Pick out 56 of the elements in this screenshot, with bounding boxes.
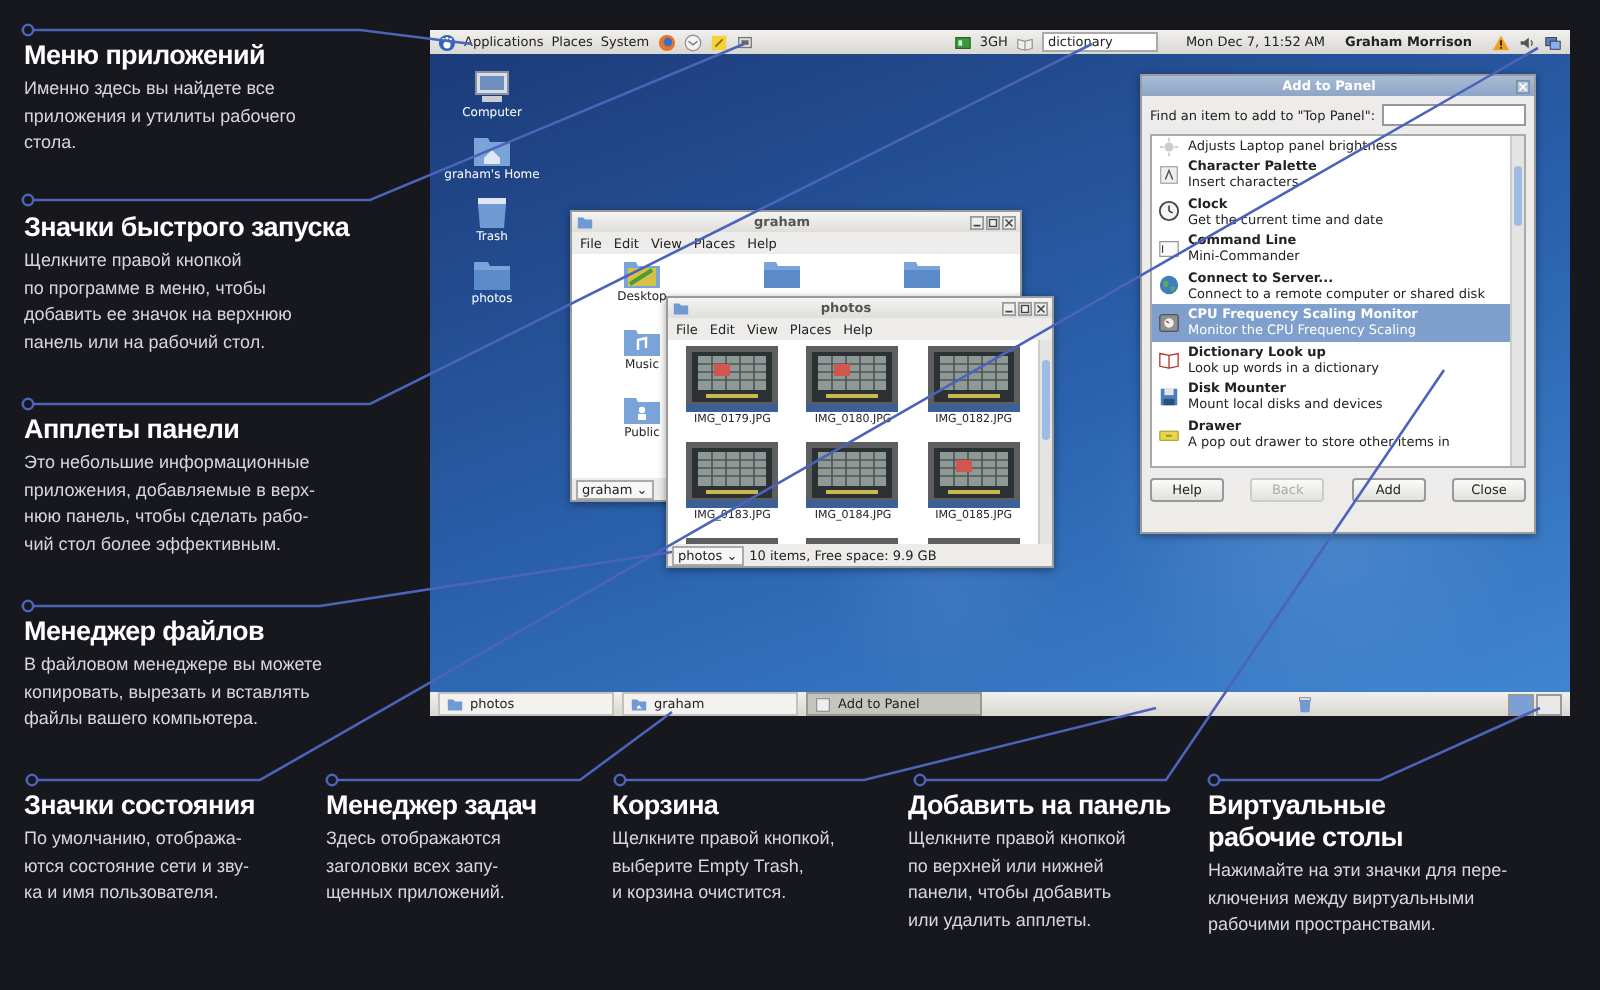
clock-icon bbox=[1158, 200, 1180, 223]
callout-text: Именно здесь вы найдете все приложения и утилиты рабочего стола. bbox=[24, 76, 298, 156]
close-button[interactable] bbox=[1034, 301, 1048, 315]
folder-icon bbox=[672, 299, 690, 317]
callout-title: Менеджер задач bbox=[326, 790, 539, 822]
scrollbar[interactable] bbox=[1510, 136, 1524, 466]
window-icon bbox=[814, 695, 832, 713]
callout-text: Щелкните правой кнопкой по программе в меню, чтобы добавить ее значок на верхнюю панель или на рабочий стол. bbox=[24, 248, 294, 356]
workspace-button[interactable] bbox=[1508, 693, 1534, 715]
gauge-icon bbox=[1158, 311, 1180, 334]
callout-text: Здесь отображаются заголовки всех запу- щенных приложений. bbox=[326, 826, 507, 906]
terminal-icon bbox=[1158, 237, 1180, 260]
callout-title: Виртуальные рабочие столы bbox=[1208, 790, 1405, 854]
minimize-button[interactable] bbox=[970, 215, 984, 229]
callout-title: Апплеты панели bbox=[24, 414, 242, 446]
folder-icon[interactable] bbox=[472, 256, 512, 292]
callout-text: Это небольшие информационные приложения, добавляемые в верх- нюю панель, чтобы сделать рабо- чий стол более эффективным. bbox=[24, 450, 318, 558]
battery-icon bbox=[953, 33, 972, 51]
callout-text: По умолчанию, отобража- ются состояние сети и зву- ка и имя пользователя. bbox=[24, 826, 252, 906]
globe-icon[interactable] bbox=[657, 33, 676, 51]
foot-icon[interactable] bbox=[438, 33, 456, 51]
close-button[interactable] bbox=[1002, 215, 1016, 229]
callout-title: Значки состояния bbox=[24, 790, 257, 822]
callout-text: В файловом менеджере вы можете копировать, вырезать и вставлять файлы вашего компьютера. bbox=[24, 652, 325, 732]
folder-icon bbox=[576, 213, 594, 231]
callout-text: Щелкните правой кнопкой, выберите Empty Trash, и корзина очистится. bbox=[612, 826, 837, 906]
speaker-icon[interactable] bbox=[1518, 33, 1536, 51]
folder-icon[interactable] bbox=[762, 258, 802, 290]
home-folder-icon bbox=[630, 695, 648, 713]
callout-text: Щелкните правой кнопкой по верхней или нижней панели, чтобы добавить или удалить апплеты. bbox=[908, 826, 1128, 934]
maximize-button[interactable] bbox=[986, 215, 1000, 229]
workspace-button[interactable] bbox=[1536, 693, 1562, 715]
book-icon bbox=[1158, 348, 1180, 371]
globe-icon bbox=[1158, 274, 1180, 297]
floppy-icon bbox=[1158, 385, 1180, 408]
callout-title: Значки быстрого запуска bbox=[24, 212, 352, 244]
maximize-button[interactable] bbox=[1018, 301, 1032, 315]
warning-icon[interactable] bbox=[1492, 33, 1510, 51]
minimize-button[interactable] bbox=[1002, 301, 1016, 315]
callout-title: Добавить на панель bbox=[908, 790, 1173, 822]
book-icon bbox=[1015, 33, 1034, 51]
computer-icon[interactable] bbox=[471, 70, 512, 106]
screen-icon[interactable] bbox=[735, 33, 754, 51]
character-icon bbox=[1158, 163, 1180, 186]
search-field[interactable] bbox=[1381, 104, 1526, 126]
trash-icon[interactable] bbox=[472, 194, 512, 230]
sun-icon bbox=[1158, 136, 1180, 157]
scrollbar[interactable] bbox=[1038, 340, 1052, 544]
music-folder-icon[interactable] bbox=[622, 326, 662, 358]
callout-title: Корзина bbox=[612, 790, 721, 822]
note-icon[interactable] bbox=[709, 33, 728, 51]
callout-text: Нажимайте на эти значки для пере- ключения между виртуальными рабочими пространствами. bbox=[1208, 858, 1510, 938]
folder-icon[interactable] bbox=[902, 258, 942, 290]
callout-title: Меню приложений bbox=[24, 40, 268, 72]
callout-title: Менеджер файлов bbox=[24, 616, 266, 648]
public-folder-icon[interactable] bbox=[622, 394, 662, 426]
